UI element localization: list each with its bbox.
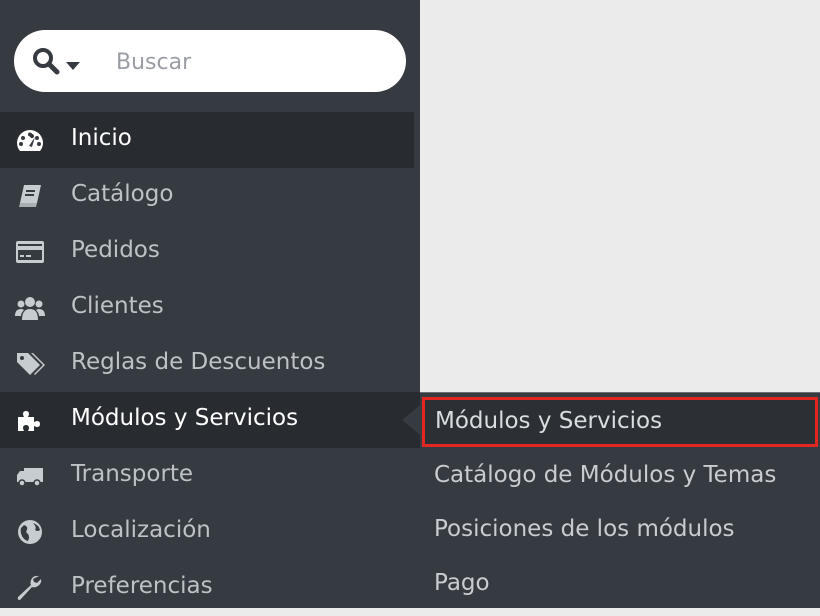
sidebar-item-inicio[interactable]: Inicio xyxy=(0,112,414,168)
submenu-item-label: Pago xyxy=(434,570,490,596)
submenu-item-label: Posiciones de los módulos xyxy=(434,516,735,542)
search-input[interactable] xyxy=(114,43,388,81)
submenu-item-posiciones-modulos[interactable]: Posiciones de los módulos xyxy=(420,505,820,555)
caret-down-icon[interactable] xyxy=(66,56,80,70)
sidebar-item-label: Catálogo xyxy=(71,181,174,207)
wrench-icon xyxy=(15,574,45,602)
sidebar: Inicio Catálogo Pedidos Clientes Reglas … xyxy=(0,0,420,608)
sidebar-item-transporte[interactable]: Transporte xyxy=(0,448,420,504)
submenu-item-label: Catálogo de Módulos y Temas xyxy=(434,462,777,488)
puzzle-icon xyxy=(15,406,45,434)
sidebar-item-label: Pedidos xyxy=(71,237,160,263)
sidebar-item-reglas-descuentos[interactable]: Reglas de Descuentos xyxy=(0,336,420,392)
sidebar-nav: Inicio Catálogo Pedidos Clientes Reglas … xyxy=(0,112,420,616)
sidebar-item-modulos[interactable]: Módulos y Servicios xyxy=(0,392,420,448)
sidebar-item-label: Transporte xyxy=(71,461,194,487)
truck-icon xyxy=(15,462,45,490)
sidebar-item-label: Módulos y Servicios xyxy=(71,405,299,431)
submenu-item-catalogo-modulos-temas[interactable]: Catálogo de Módulos y Temas xyxy=(420,451,820,501)
sidebar-item-label: Preferencias xyxy=(71,573,213,599)
sidebar-item-label: Clientes xyxy=(71,293,164,319)
submenu-modulos: Módulos y Servicios Catálogo de Módulos … xyxy=(420,392,820,608)
users-icon xyxy=(15,294,45,322)
book-icon xyxy=(15,182,45,210)
submenu-pointer xyxy=(402,405,420,435)
submenu-item-label: Módulos y Servicios xyxy=(435,408,663,434)
sidebar-item-clientes[interactable]: Clientes xyxy=(0,280,420,336)
globe-icon xyxy=(15,518,45,546)
sidebar-item-catalogo[interactable]: Catálogo xyxy=(0,168,420,224)
tags-icon xyxy=(15,350,45,378)
credit-card-icon xyxy=(15,238,45,266)
sidebar-item-label: Inicio xyxy=(71,125,132,151)
dashboard-icon xyxy=(15,126,45,154)
submenu-item-modulos-servicios[interactable]: Módulos y Servicios xyxy=(422,397,818,447)
sidebar-item-label: Localización xyxy=(71,517,211,543)
search-box[interactable] xyxy=(14,30,406,92)
submenu-item-pago[interactable]: Pago xyxy=(420,559,820,609)
sidebar-item-label: Reglas de Descuentos xyxy=(71,349,326,375)
search-icon[interactable] xyxy=(32,47,60,75)
sidebar-item-pedidos[interactable]: Pedidos xyxy=(0,224,420,280)
sidebar-item-localizacion[interactable]: Localización xyxy=(0,504,420,560)
